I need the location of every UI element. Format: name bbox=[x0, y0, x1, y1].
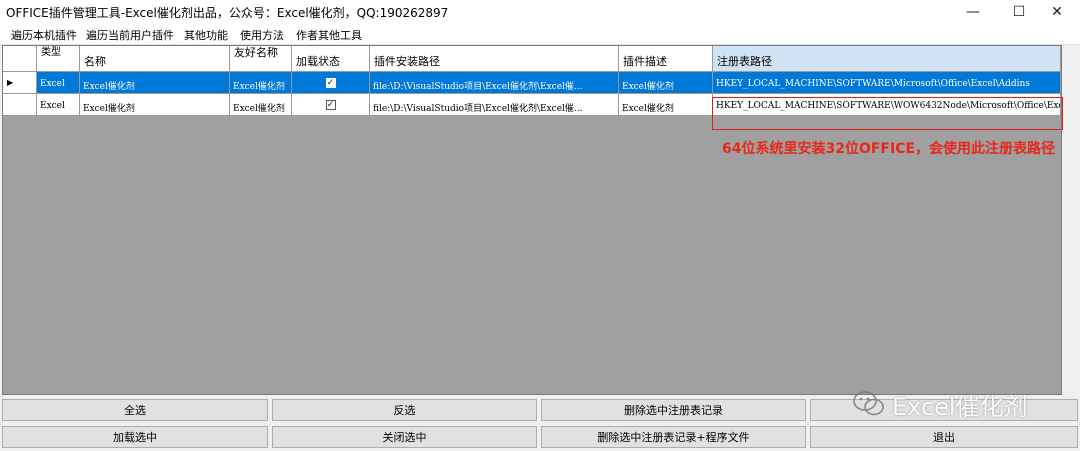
column-header-type[interactable]: 类型 bbox=[37, 46, 80, 72]
row-indicator-arrow-icon: ▶ bbox=[7, 78, 14, 87]
column-header-load-status-label: 加载状态 bbox=[296, 55, 340, 68]
window-title: OFFICE插件管理工具-Excel催化剂出品，公众号：Excel催化剂，QQ:… bbox=[6, 6, 449, 20]
invert-selection-button[interactable]: 反选 bbox=[272, 399, 537, 421]
row-indicator[interactable] bbox=[3, 94, 37, 116]
menu-author-tools[interactable]: 作者其他工具 bbox=[296, 27, 362, 43]
table-cell-description-text: Excel催化剂 bbox=[622, 82, 674, 92]
exit-button[interactable]: 退出 bbox=[810, 426, 1078, 448]
table-cell-description[interactable]: Excel催化剂 bbox=[619, 94, 713, 116]
menu-bar: 遍历本机插件 遍历当前用户插件 其他功能 使用方法 作者其他工具 bbox=[0, 24, 1080, 45]
table-cell-install-path[interactable]: file:\D:\VisualStudio项目\Excel催化剂\Excel催.… bbox=[370, 94, 619, 116]
annotation-highlight-box bbox=[712, 97, 1063, 130]
select-all-button[interactable]: 全选 bbox=[2, 399, 268, 421]
column-header-registry-path[interactable]: 注册表路径 bbox=[713, 46, 1061, 72]
table-cell-description-text: Excel催化剂 bbox=[622, 104, 674, 114]
menu-usage[interactable]: 使用方法 bbox=[240, 27, 284, 43]
table-cell-type[interactable]: Excel bbox=[37, 94, 80, 116]
column-header-name-label: 名称 bbox=[84, 55, 106, 68]
table-cell-friendly-name[interactable]: Excel催化剂 bbox=[230, 94, 292, 116]
column-header-name[interactable]: 名称 bbox=[80, 46, 230, 72]
table-cell-install-path-text: file:\D:\VisualStudio项目\Excel催化剂\Excel催.… bbox=[373, 104, 583, 114]
close-button[interactable]: ✕ bbox=[1034, 0, 1080, 24]
load-status-checkbox[interactable]: ✓ bbox=[325, 78, 336, 88]
column-header-friendly-name-label: 友好名称 bbox=[234, 46, 278, 59]
column-header-load-status[interactable]: 加载状态 bbox=[292, 46, 370, 72]
table-cell-load-status[interactable]: ✓ bbox=[292, 72, 370, 94]
table-cell-name[interactable]: Excel催化剂 bbox=[80, 94, 230, 116]
table-cell-type[interactable]: Excel bbox=[37, 72, 80, 94]
grid-corner-header bbox=[3, 46, 37, 72]
table-cell-type-text: Excel bbox=[40, 79, 65, 89]
delete-registry-button[interactable]: 删除选中注册表记录 bbox=[541, 399, 806, 421]
load-selected-button[interactable]: 加载选中 bbox=[2, 426, 268, 448]
watermark-text: Excel催化剂 bbox=[892, 392, 1028, 421]
column-header-install-path-label: 插件安装路径 bbox=[374, 55, 440, 68]
menu-other-functions[interactable]: 其他功能 bbox=[184, 27, 228, 43]
column-header-type-label: 类型 bbox=[41, 47, 61, 58]
table-cell-friendly-name-text: Excel催化剂 bbox=[233, 82, 285, 92]
row-indicator[interactable]: ▶ bbox=[3, 72, 37, 94]
column-header-description-label: 插件描述 bbox=[623, 55, 667, 68]
menu-scan-user-addins[interactable]: 遍历当前用户插件 bbox=[86, 27, 174, 43]
wechat-icon bbox=[853, 391, 884, 416]
table-cell-name-text: Excel催化剂 bbox=[83, 82, 135, 92]
column-header-description[interactable]: 插件描述 bbox=[619, 46, 713, 72]
menu-scan-machine-addins[interactable]: 遍历本机插件 bbox=[11, 27, 77, 43]
table-cell-load-status[interactable]: ✓ bbox=[292, 94, 370, 116]
table-cell-name-text: Excel催化剂 bbox=[83, 104, 135, 114]
minimize-button[interactable]: — bbox=[950, 0, 996, 24]
annotation-text: 64位系统里安装32位OFFICE，会使用此注册表路径 bbox=[722, 141, 1056, 157]
table-cell-type-text: Excel bbox=[40, 101, 65, 111]
column-header-registry-path-label: 注册表路径 bbox=[717, 55, 772, 68]
table-cell-registry-path[interactable]: HKEY_LOCAL_MACHINE\SOFTWARE\Microsoft\Of… bbox=[713, 72, 1061, 94]
watermark: Excel催化剂 bbox=[852, 386, 1028, 422]
table-cell-friendly-name-text: Excel催化剂 bbox=[233, 104, 285, 114]
column-header-friendly-name[interactable]: 友好名称 bbox=[230, 46, 292, 72]
close-selected-button[interactable]: 关闭选中 bbox=[272, 426, 537, 448]
table-cell-install-path-text: file:\D:\VisualStudio项目\Excel催化剂\Excel催.… bbox=[373, 82, 583, 92]
table-cell-name[interactable]: Excel催化剂 bbox=[80, 72, 230, 94]
table-cell-install-path[interactable]: file:\D:\VisualStudio项目\Excel催化剂\Excel催.… bbox=[370, 72, 619, 94]
load-status-checkbox[interactable]: ✓ bbox=[325, 100, 336, 110]
table-cell-registry-path-text: HKEY_LOCAL_MACHINE\SOFTWARE\Microsoft\Of… bbox=[716, 79, 1030, 89]
column-header-install-path[interactable]: 插件安装路径 bbox=[370, 46, 619, 72]
title-bar: OFFICE插件管理工具-Excel催化剂出品，公众号：Excel催化剂，QQ:… bbox=[0, 0, 1080, 24]
table-cell-friendly-name[interactable]: Excel催化剂 bbox=[230, 72, 292, 94]
table-cell-description[interactable]: Excel催化剂 bbox=[619, 72, 713, 94]
delete-registry-and-files-button[interactable]: 删除选中注册表记录+程序文件 bbox=[541, 426, 806, 448]
